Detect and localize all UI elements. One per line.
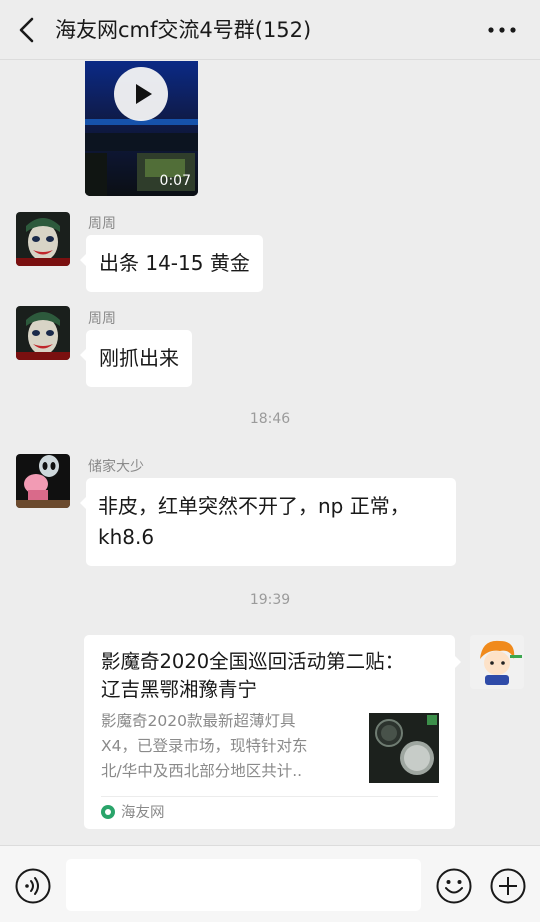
emoji-icon[interactable] (436, 868, 472, 904)
link-card-desc-line: X4，已登录市场，现特针对东 (101, 737, 308, 755)
link-card[interactable]: 影魔奇2020全国巡回活动第二贴： 辽吉黑鄂湘豫青宁 影魔奇2020款最新超薄灯… (84, 635, 461, 829)
video-message[interactable]: 0:07 (85, 61, 198, 196)
sender-name: 周周 (88, 216, 116, 232)
message-text: 出条 14-15 黄金 (99, 251, 250, 275)
divider (101, 796, 438, 797)
message-bubble[interactable]: 非皮，红单突然不开了，np 正常， kh8.6 (80, 478, 456, 566)
source-logo-icon (101, 805, 115, 819)
plus-circle-icon[interactable] (490, 868, 526, 904)
timestamp: 19:39 (249, 592, 291, 608)
source-name: 海友网 (121, 805, 165, 821)
message-list[interactable]: 0:07 周周 出条 14-15 黄金 周周 刚抓出来 18:46 储家大少 非… (0, 61, 540, 844)
figure-avatar-icon (16, 454, 70, 508)
message-input[interactable] (66, 859, 421, 911)
link-card-description: 影魔奇2020款最新超薄灯具 X4，已登录市场，现特针对东 北/华中及西北部分地… (101, 709, 351, 784)
sender-name: 周周 (88, 311, 116, 327)
avatar[interactable] (16, 306, 70, 360)
link-card-desc-line: 影魔奇2020款最新超薄灯具 (101, 712, 296, 730)
video-duration: 0:07 (159, 173, 191, 189)
message-text-line: kh8.6 (98, 525, 155, 549)
self-avatar[interactable] (470, 635, 524, 689)
voice-icon[interactable] (15, 868, 51, 904)
message-text: 刚抓出来 (99, 346, 179, 370)
chat-title: 海友网cmf交流4号群(152) (55, 18, 312, 42)
joker-avatar-icon (16, 306, 70, 360)
link-card-thumbnail (369, 713, 439, 783)
play-icon[interactable] (114, 67, 168, 121)
timestamp: 18:46 (249, 411, 291, 427)
avatar[interactable] (16, 454, 70, 508)
chevron-left-icon[interactable] (10, 12, 46, 48)
sender-name: 储家大少 (88, 459, 144, 475)
link-card-desc-line: 北/华中及西北部分地区共计.. (101, 762, 303, 780)
message-text-line: 非皮，红单突然不开了，np 正常， (98, 494, 410, 518)
avatar[interactable] (16, 212, 70, 266)
cartoon-avatar-icon (470, 635, 524, 689)
message-bubble[interactable]: 刚抓出来 (80, 330, 192, 387)
link-card-source: 海友网 (101, 803, 165, 823)
chat-header: 海友网cmf交流4号群(152) (0, 0, 540, 60)
more-horizontal-icon[interactable] (486, 16, 518, 44)
joker-avatar-icon (16, 212, 70, 266)
message-bubble[interactable]: 出条 14-15 黄金 (80, 235, 263, 292)
lamp-thumbnail-icon (369, 713, 439, 783)
link-card-title: 影魔奇2020全国巡回活动第二贴： 辽吉黑鄂湘豫青宁 (101, 650, 405, 701)
input-bar (0, 845, 540, 922)
